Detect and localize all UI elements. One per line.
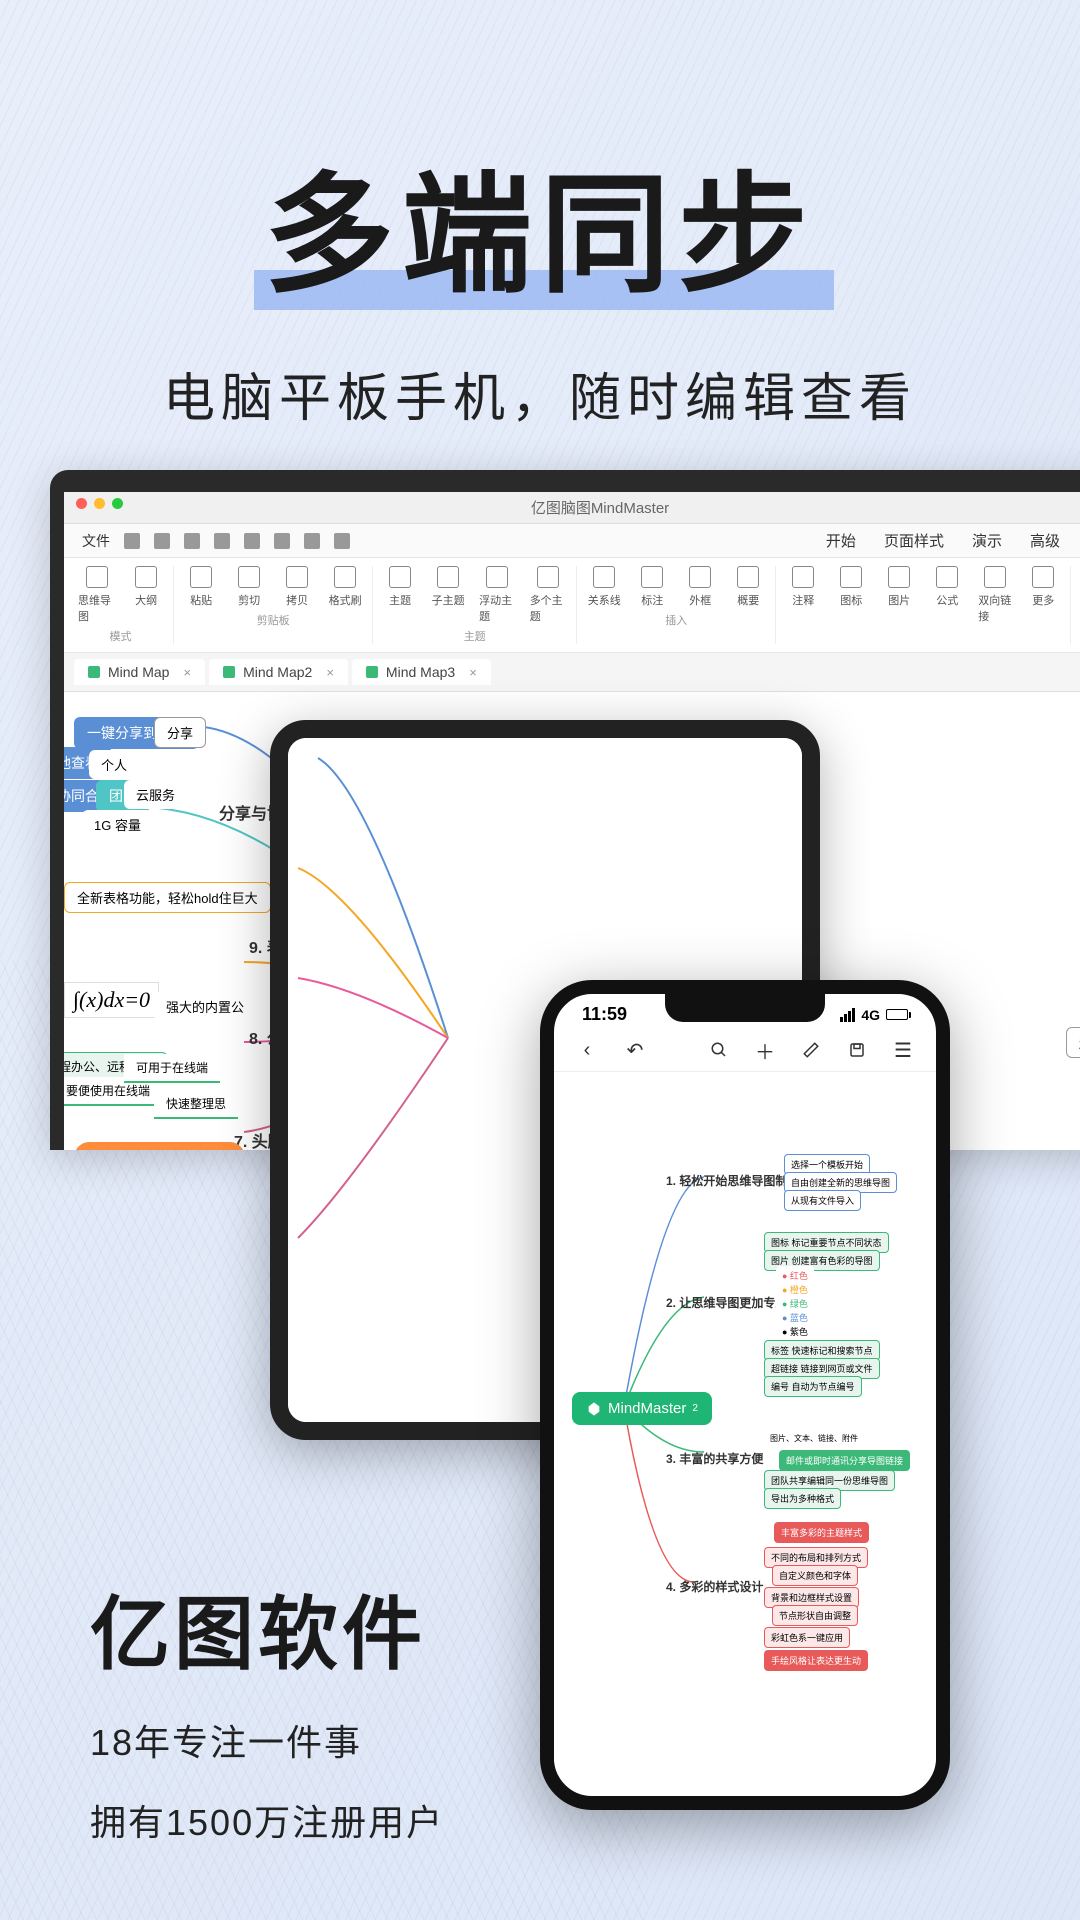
ph-branch-4[interactable]: 4. 多彩的样式设计: [666, 1578, 763, 1595]
copy-button[interactable]: 拷贝: [280, 566, 314, 608]
phone-notch: [665, 994, 825, 1022]
redo-icon[interactable]: [154, 533, 170, 549]
ph-node[interactable]: 自定义颜色和字体: [772, 1565, 858, 1586]
search-icon[interactable]: [708, 1039, 730, 1061]
node-table-desc[interactable]: 全新表格功能，轻松hold住巨大: [64, 882, 271, 913]
ph-node[interactable]: 图片、文本、链接、附件: [764, 1430, 864, 1447]
back-icon[interactable]: ‹: [576, 1039, 598, 1061]
hero-title: 多端同步: [264, 130, 816, 318]
ph-node[interactable]: 手绘风格让表达更生动: [764, 1650, 868, 1671]
tagline-2: 拥有1500万注册用户: [90, 1794, 444, 1846]
floating-topic-button[interactable]: 浮动主题: [479, 566, 516, 624]
undo-icon[interactable]: ↶: [624, 1039, 646, 1061]
formula-display: ∫(x)dx=0: [64, 982, 159, 1018]
window-titlebar: 亿图脑图MindMaster: [64, 492, 1080, 524]
node-link[interactable]: 超链接: [1066, 1027, 1080, 1058]
ph-branch-3[interactable]: 3. 丰富的共享方便: [666, 1450, 763, 1467]
new-icon[interactable]: [184, 533, 200, 549]
node-personal[interactable]: 个人: [89, 750, 139, 779]
mode-mindmap[interactable]: 思维导图: [78, 566, 115, 624]
ph-node[interactable]: 编号 自动为节点编号: [764, 1376, 862, 1397]
add-icon[interactable]: ＋: [754, 1039, 776, 1061]
menubar: 文件 开始 页面样式 演示 高级 视图: [64, 524, 1080, 558]
ph-node[interactable]: 彩虹色系一键应用: [764, 1627, 850, 1648]
ph-node[interactable]: 导出为多种格式: [764, 1488, 841, 1509]
tab-page-style[interactable]: 页面样式: [884, 530, 944, 551]
brand-name: 亿图软件: [90, 1570, 444, 1686]
ph-node[interactable]: 从现有文件导入: [784, 1190, 861, 1211]
node-tag[interactable]: 标签: [1076, 982, 1080, 1011]
cut-button[interactable]: 剪切: [232, 566, 266, 608]
status-time: 11:59: [582, 1004, 627, 1025]
doctab-2[interactable]: Mind Map2×: [209, 659, 348, 685]
undo-icon[interactable]: [124, 533, 140, 549]
close-icon[interactable]: ×: [469, 665, 477, 680]
ribbon: 思维导图 大纲 模式 粘贴 剪切 拷贝 格式刷 剪贴板 主题 子主题 浮动主题 …: [64, 558, 1080, 653]
node-online2[interactable]: 可用于在线端: [124, 1054, 220, 1083]
ph-branch-2[interactable]: 2. 让思维导图更加专业: [666, 1294, 787, 1311]
node-quick[interactable]: 快速整理思: [154, 1090, 238, 1119]
bidilink-button[interactable]: 双向链接: [978, 566, 1012, 624]
edit-icon[interactable]: [800, 1039, 822, 1061]
summary-button[interactable]: 概要: [731, 566, 765, 608]
ph-node[interactable]: 邮件或即时通讯分享导图链接: [779, 1450, 910, 1471]
document-tabs: Mind Map× Mind Map2× Mind Map3×: [64, 653, 1080, 692]
phone-mindmap-canvas[interactable]: MindMaster2 1. 轻松开始思维导图制作 选择一个模板开始 自由创建全…: [554, 1072, 936, 1772]
save-icon[interactable]: [214, 533, 230, 549]
formula-button[interactable]: 公式: [930, 566, 964, 624]
ph-node[interactable]: ● 紫色: [776, 1322, 814, 1341]
tab-present[interactable]: 演示: [972, 530, 1002, 551]
ph-node[interactable]: 丰富多彩的主题样式: [774, 1522, 869, 1543]
tab-advanced[interactable]: 高级: [1030, 530, 1060, 551]
print-icon[interactable]: [274, 533, 290, 549]
ph-branch-1[interactable]: 1. 轻松开始思维导图制作: [666, 1172, 799, 1189]
phone-mockup: 11:59 4G ‹ ↶ ＋ ☰ MindMaster2 1. 轻松开始思维导图…: [540, 980, 950, 1810]
menu-icon[interactable]: ☰: [892, 1039, 914, 1061]
node-share[interactable]: 分享: [154, 717, 206, 748]
mark-icon-button[interactable]: 图标: [834, 566, 868, 624]
node-formula-desc[interactable]: 强大的内置公: [154, 992, 256, 1021]
node-storage[interactable]: 1G 容量: [82, 810, 153, 839]
network-label: 4G: [861, 1007, 880, 1023]
doctab-3[interactable]: Mind Map3×: [352, 659, 491, 685]
share-icon[interactable]: [334, 533, 350, 549]
format-painter-button[interactable]: 格式刷: [328, 566, 362, 608]
callout-button[interactable]: 标注: [635, 566, 669, 608]
upgrade-badge[interactable]: 升级专业版，即可免费使: [74, 1142, 245, 1150]
tab-start[interactable]: 开始: [826, 530, 856, 551]
node-icon[interactable]: 图标: [1076, 832, 1080, 861]
topic-button[interactable]: 主题: [383, 566, 417, 624]
node-cloud[interactable]: 云服务: [124, 780, 187, 809]
note-button[interactable]: 注释: [786, 566, 820, 624]
node-pic[interactable]: 图片: [1076, 942, 1080, 971]
doctab-1[interactable]: Mind Map×: [74, 659, 205, 685]
border-button[interactable]: 外框: [683, 566, 717, 608]
phone-toolbar: ‹ ↶ ＋ ☰: [554, 1029, 936, 1072]
save-icon[interactable]: [846, 1039, 868, 1061]
node-num[interactable]: 编号: [1076, 1080, 1080, 1109]
mode-outline[interactable]: 大纲: [129, 566, 163, 624]
subtopic-button[interactable]: 子主题: [431, 566, 465, 624]
relationship-button[interactable]: 关系线: [587, 566, 621, 608]
tagline-1: 18年专注一件事: [90, 1714, 444, 1766]
window-title: 亿图脑图MindMaster: [531, 500, 669, 517]
paste-button[interactable]: 粘贴: [184, 566, 218, 608]
folder-icon[interactable]: [244, 533, 260, 549]
traffic-lights[interactable]: [76, 498, 123, 509]
phone-center-node[interactable]: MindMaster2: [572, 1392, 712, 1425]
menu-file[interactable]: 文件: [82, 531, 110, 551]
image-button[interactable]: 图片: [882, 566, 916, 624]
battery-icon: [886, 1009, 908, 1020]
footer: 亿图软件 18年专注一件事 拥有1500万注册用户: [90, 1570, 444, 1846]
multi-topic-button[interactable]: 多个主题: [530, 566, 567, 624]
export-icon[interactable]: [304, 533, 320, 549]
more-button[interactable]: 更多: [1026, 566, 1060, 624]
close-icon[interactable]: ×: [183, 665, 191, 680]
ph-node[interactable]: 节点形状自由调整: [772, 1605, 858, 1626]
hero-subtitle: 电脑平板手机，随时编辑查看: [0, 356, 1080, 431]
close-icon[interactable]: ×: [326, 665, 334, 680]
signal-icon: [840, 1008, 855, 1022]
